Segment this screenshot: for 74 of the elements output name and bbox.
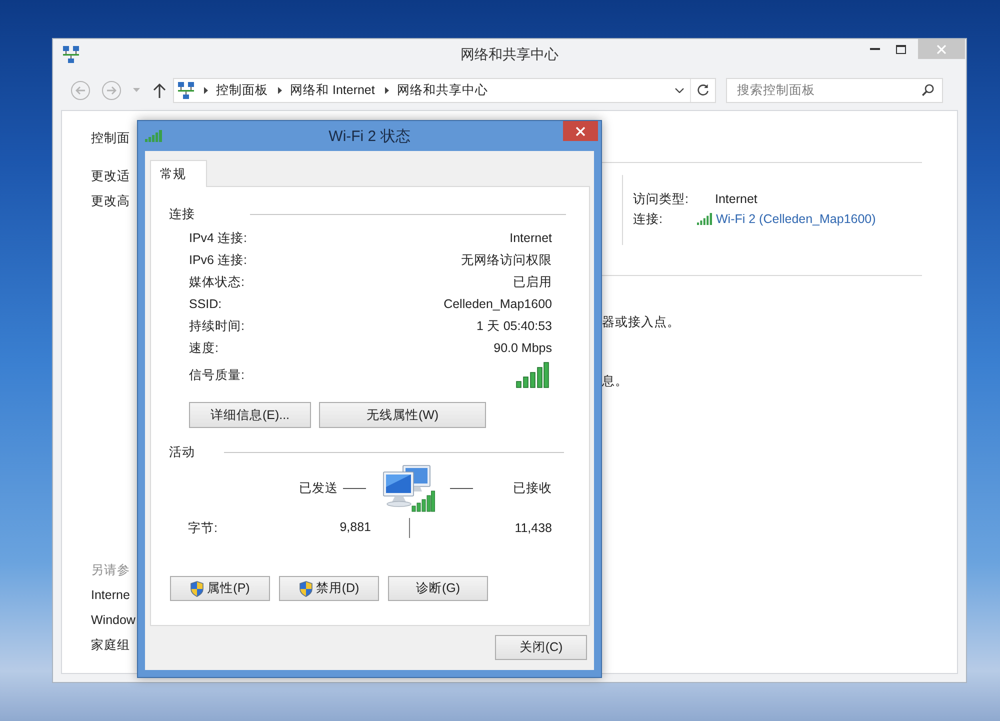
see-also-heading: 另请参 [91,562,130,579]
caret-down-icon [133,88,140,92]
bytes-label: 字节: [188,520,218,536]
breadcrumb-item[interactable]: 网络和 Internet [290,82,375,98]
triangle-right-icon [204,86,208,94]
dialog-button[interactable]: 无线属性(W) [319,402,486,428]
search-icon [922,84,934,96]
breadcrumb-item[interactable]: 控制面板 [216,82,268,98]
breadcrumb-item[interactable]: 网络和共享中心 [396,82,488,98]
signal-bars-icon [697,213,712,225]
info-value: Internet [715,192,758,206]
field-label: 信号质量: [189,366,244,384]
title-close-button[interactable] [563,121,598,141]
tab[interactable]: 常规 [150,160,207,187]
field-label: SSID: [189,297,222,311]
field-value: Internet [510,231,552,245]
refresh-icon [697,84,709,96]
field-label: IPv4 连接: [189,230,247,246]
chevron-down-icon [674,88,684,92]
network-icon [178,82,194,98]
forward-icon [102,80,121,100]
maximize-icon [896,44,906,54]
received-label: 已接收 [513,480,552,497]
search-field[interactable]: 搜索控制面板 [726,78,943,102]
sidebar-link[interactable]: Window [91,608,136,633]
field-label: 持续时间: [189,318,244,334]
minimize-icon [870,48,880,50]
body-text: 器或接入点。 [602,314,680,331]
sidebar-link[interactable]: Interne [91,583,130,608]
shield-icon [190,580,204,596]
signal-bars-icon [145,130,162,142]
field-label: 速度: [189,340,218,356]
section-heading: 活动 [169,444,195,460]
window-title: 网络和共享中心 [460,46,558,64]
field-label: IPv6 连接: [189,252,247,268]
computers-icon [383,465,435,512]
dialog-button[interactable]: 详细信息(E)... [189,402,311,428]
separator-line [409,518,410,538]
sidebar-link[interactable]: 控制面 [91,129,130,147]
dialog-title: Wi-Fi 2 状态 [328,126,410,146]
up-button[interactable] [153,82,166,98]
field-value: 无网络访问权限 [461,252,552,268]
sent-label: 已发送 [299,480,338,497]
field-value: 1 天 05:40:53 [476,318,552,334]
connector-line [343,488,366,489]
action-button[interactable]: 禁用(D) [279,576,379,601]
action-button[interactable]: 诊断(G) [388,576,488,601]
field-label: 媒体状态: [189,274,244,290]
connector-line [450,488,473,489]
field-value: 90.0 Mbps [494,341,552,355]
address-bar[interactable]: 控制面板 网络和 Internet 网络和共享中心 [173,78,716,102]
bytes-received-value: 11,438 [514,521,552,535]
close-icon [937,44,946,54]
shield-icon [298,580,313,596]
bytes-sent-value: 9,881 [340,520,371,536]
body-text: 息。 [602,373,628,390]
connection-link[interactable]: Wi-Fi 2 (Celleden_Map1600) [716,212,876,226]
field-value: 已启用 [513,274,552,290]
network-icon [63,46,79,63]
triangle-right-icon [278,86,282,94]
signal-bars-icon [516,362,549,388]
up-arrow-icon [153,82,166,98]
sidebar-link[interactable]: 家庭组 [91,633,130,658]
info-label: 访问类型: [633,192,688,206]
close-icon [576,126,585,136]
close-button[interactable]: 关闭(C) [495,635,587,660]
triangle-right-icon [384,86,389,94]
sidebar-link[interactable]: 更改高 [91,192,130,210]
back-icon [71,80,90,100]
field-value: Celleden_Map1600 [444,297,552,311]
action-button[interactable]: 属性(P) [170,576,270,601]
info-label: 连接: [633,212,662,226]
sidebar-link[interactable]: 更改适 [91,167,130,185]
section-heading: 连接 [169,206,195,222]
